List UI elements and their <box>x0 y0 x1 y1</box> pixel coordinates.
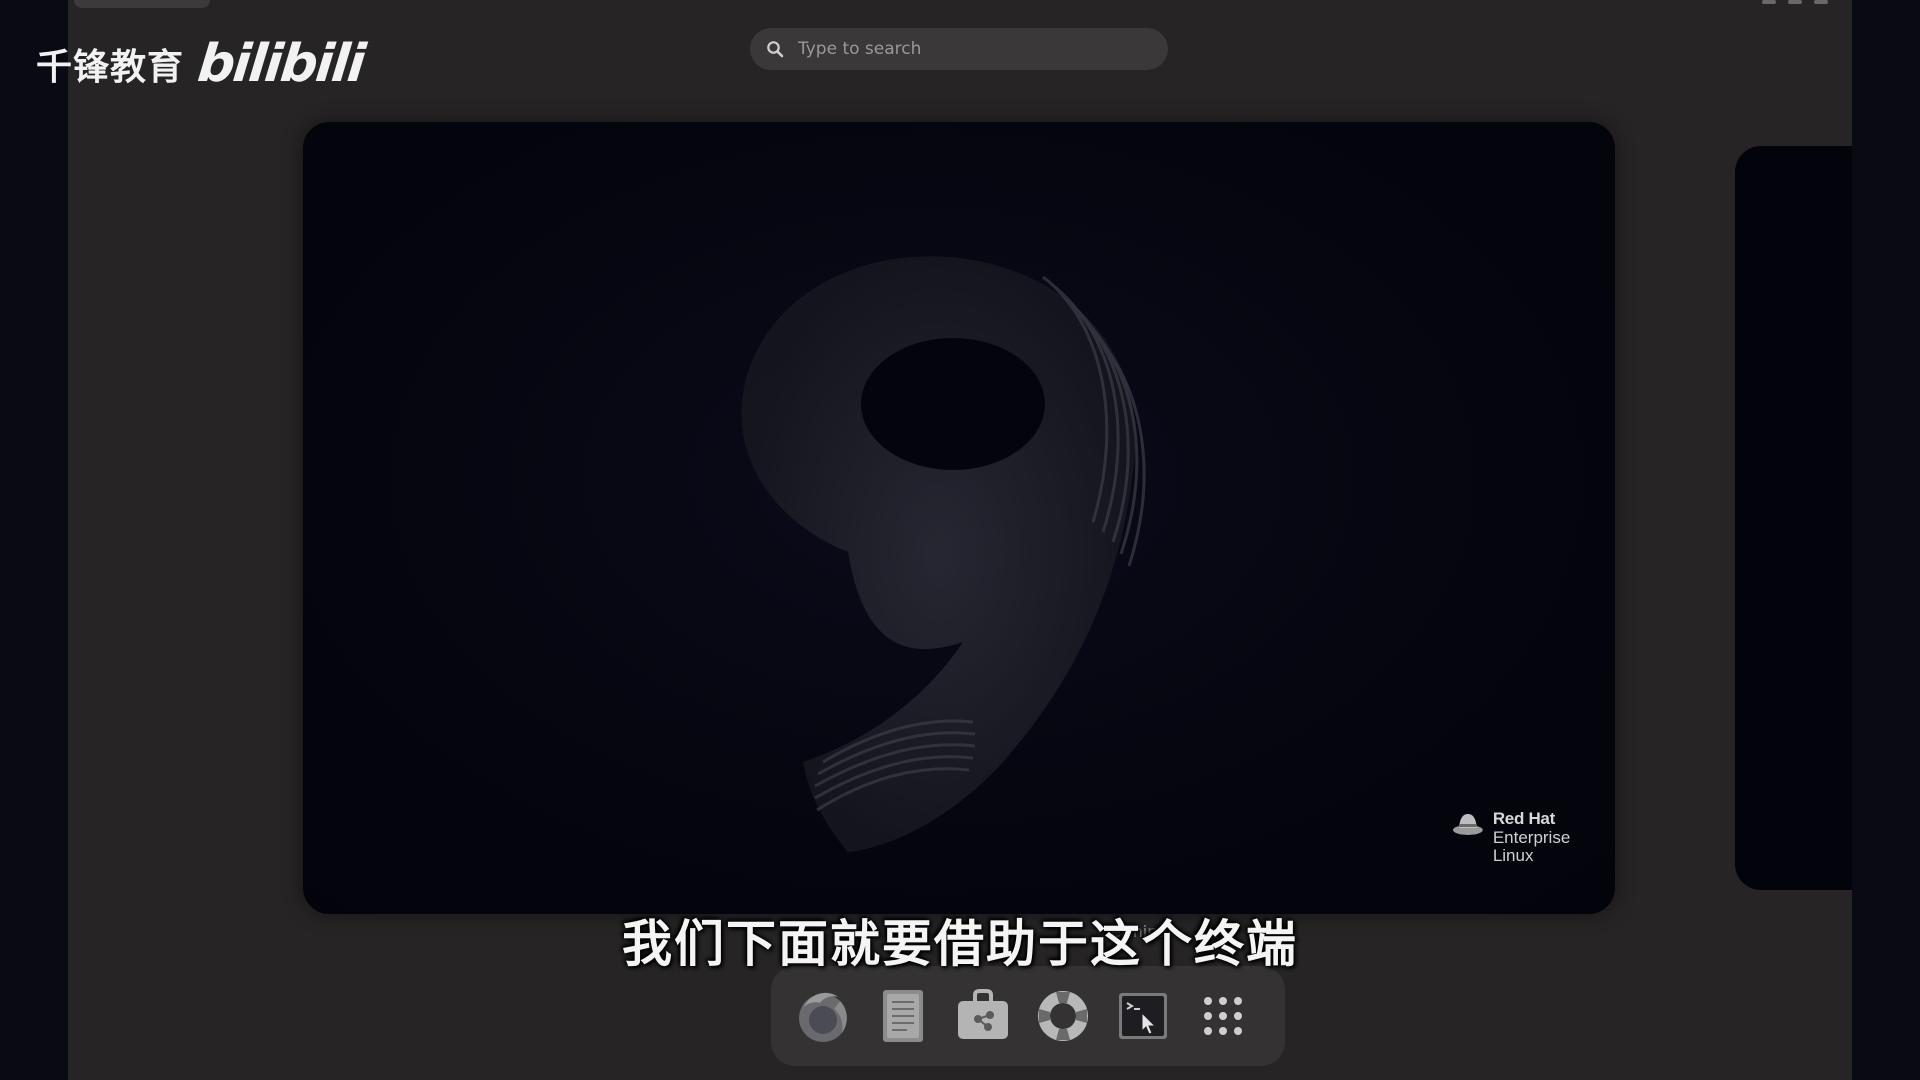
rhel-brand-text: Red Hat <box>1492 809 1555 828</box>
video-watermark: 千锋教育 bilibili <box>36 34 367 94</box>
volume-icon <box>1788 0 1802 4</box>
show-applications-button[interactable] <box>1193 986 1253 1046</box>
workspace-thumbnail-current[interactable]: Red Hat Enterprise Linux <box>303 122 1615 914</box>
network-icon <box>1762 0 1776 4</box>
power-icon <box>1814 0 1828 4</box>
desktop-screen: Red Hat Enterprise Linux Terminal <box>0 0 1920 1080</box>
dock-item-terminal[interactable] <box>1113 986 1173 1046</box>
watermark-chinese-text: 千锋教育 <box>36 47 185 88</box>
dock-item-text-editor[interactable] <box>873 986 933 1046</box>
top-bar-activities[interactable] <box>74 0 210 8</box>
dock-item-software[interactable] <box>953 986 1013 1046</box>
rhel-logo: Red Hat Enterprise Linux <box>1451 809 1615 866</box>
dock-item-firefox[interactable] <box>793 986 853 1046</box>
video-subtitle: 我们下面就要借助于这个终端 <box>622 915 1298 973</box>
software-icon <box>958 989 1008 1039</box>
red-hat-icon <box>1452 814 1483 835</box>
help-icon <box>1038 991 1088 1041</box>
dash-dock <box>771 966 1285 1066</box>
firefox-icon <box>799 992 847 1042</box>
search-icon <box>767 41 784 58</box>
text-editor-icon <box>883 990 923 1042</box>
top-bar-status-indicators[interactable] <box>1762 0 1828 4</box>
workspace-thumbnail-next[interactable] <box>1735 146 1852 890</box>
app-grid-icon <box>1204 997 1242 1035</box>
rhel-9-wallpaper-numeral <box>741 256 1146 852</box>
rhel-product-text: Enterprise Linux <box>1492 827 1571 866</box>
terminal-icon <box>1119 993 1167 1039</box>
dock-item-help[interactable] <box>1033 986 1093 1046</box>
search-bar[interactable] <box>750 28 1168 70</box>
watermark-brand-logo: bilibili <box>194 34 367 94</box>
search-input[interactable] <box>796 38 1140 60</box>
